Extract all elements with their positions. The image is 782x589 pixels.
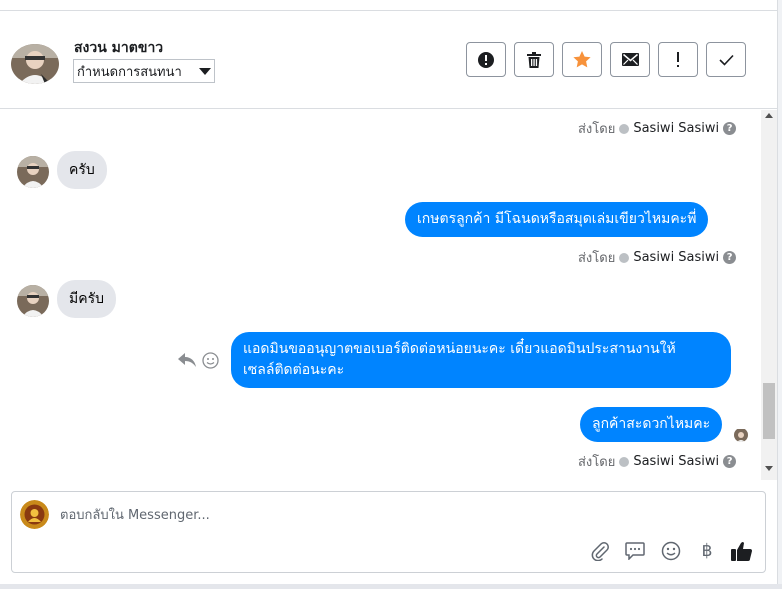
saved-reply-icon[interactable]	[624, 540, 646, 562]
right-edge-rail	[777, 0, 782, 589]
contact-avatar-small	[17, 156, 49, 188]
contact-avatar[interactable]	[11, 44, 59, 84]
chevron-down-icon	[199, 67, 211, 75]
scroll-thumb[interactable]	[763, 383, 775, 439]
mark-done-button[interactable]	[706, 42, 746, 77]
alert-circle-icon	[478, 51, 494, 68]
message-scrollbar[interactable]	[761, 110, 777, 480]
sender-name[interactable]: Sasiwi Sasiwi	[633, 250, 719, 265]
seen-check-icon	[619, 456, 630, 467]
trash-icon	[527, 51, 541, 68]
react-emoji-icon[interactable]	[202, 352, 219, 373]
mark-unread-button[interactable]	[610, 42, 650, 77]
baht-icon[interactable]: ฿	[696, 540, 718, 562]
sent-by-label: ส่งโดย	[578, 455, 616, 470]
message-bubble-outgoing[interactable]: ลูกค้าสะดวกไหมคะ	[580, 407, 723, 442]
contact-avatar-small	[17, 285, 49, 317]
sent-by-meta: ส่งโดย Sasiwi Sasiwi ?	[578, 247, 737, 268]
reply-composer[interactable]: ตอบกลับใน Messenger... ฿	[11, 491, 766, 573]
help-icon[interactable]: ?	[723, 251, 737, 264]
seen-check-icon	[619, 123, 630, 134]
sent-by-meta: ส่งโดย Sasiwi Sasiwi ?	[578, 451, 737, 472]
contact-name[interactable]: สงวน มาตขาว	[74, 37, 163, 59]
reply-input[interactable]: ตอบกลับใน Messenger...	[60, 504, 210, 525]
message-thread: ส่งโดย Sasiwi Sasiwi ? ครับ เกษตรลูกค้า …	[0, 110, 760, 480]
scroll-up-arrow-icon[interactable]	[765, 113, 773, 118]
follow-up-button[interactable]	[658, 42, 698, 77]
sender-name[interactable]: Sasiwi Sasiwi	[633, 121, 719, 136]
envelope-icon	[621, 53, 639, 66]
message-bubble-incoming[interactable]: มีครับ	[57, 280, 116, 318]
inbox-conversation-panel: สงวน มาตขาว กำหนดการสนทนา ส่งโดย Sasiwi …	[0, 0, 782, 589]
message-bubble-outgoing-multiline[interactable]: แอดมินขออนุญาตขอเบอร์ติดต่อหน่อยนะคะ เดี…	[231, 332, 731, 388]
delete-button[interactable]	[514, 42, 554, 77]
conversation-status-dropdown[interactable]: กำหนดการสนทนา	[73, 59, 215, 83]
checkmark-icon	[718, 54, 734, 66]
bottom-edge-rail	[0, 584, 782, 589]
message-bubble-outgoing[interactable]: เกษตรลูกค้า มีโฉนดหรือสมุดเล่มเขียวไหมคะ…	[405, 202, 709, 237]
star-button[interactable]	[562, 42, 602, 77]
sent-by-label: ส่งโดย	[578, 122, 616, 137]
seen-check-icon	[619, 252, 630, 263]
read-receipt-avatar	[734, 428, 748, 442]
spam-button[interactable]	[466, 42, 506, 77]
help-icon[interactable]: ?	[723, 455, 737, 468]
reply-icon[interactable]	[178, 352, 196, 371]
help-icon[interactable]: ?	[723, 122, 737, 135]
scroll-down-arrow-icon[interactable]	[765, 466, 773, 471]
message-line: เซลล์ติดต่อนะคะ	[243, 362, 345, 378]
exclamation-icon	[677, 51, 679, 67]
sender-name[interactable]: Sasiwi Sasiwi	[633, 454, 719, 469]
message-line: แอดมินขออนุญาตขอเบอร์ติดต่อหน่อยนะคะ เดี…	[243, 341, 676, 357]
emoji-icon[interactable]	[660, 540, 682, 562]
message-bubble-incoming[interactable]: ครับ	[57, 151, 107, 189]
conversation-header: สงวน มาตขาว กำหนดการสนทนา	[0, 11, 777, 109]
page-avatar	[20, 500, 49, 529]
paperclip-icon[interactable]	[589, 540, 611, 562]
star-icon	[573, 51, 591, 68]
sent-by-meta: ส่งโดย Sasiwi Sasiwi ?	[578, 118, 737, 139]
thumbs-up-icon[interactable]	[731, 540, 753, 562]
status-dropdown-value: กำหนดการสนทนา	[77, 64, 182, 80]
sent-by-label: ส่งโดย	[578, 251, 616, 266]
